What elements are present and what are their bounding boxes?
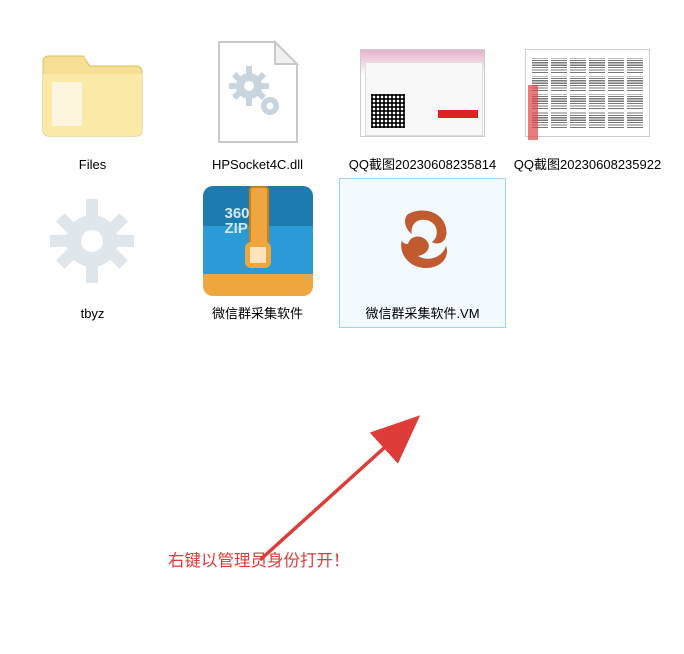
app-icon	[358, 184, 488, 299]
file-item-screenshot[interactable]: QQ截图20230608235814	[340, 30, 505, 179]
file-grid: Files	[10, 30, 674, 327]
zip-archive-icon: 360 ZIP	[193, 184, 323, 299]
file-item-config[interactable]: tbyz	[10, 179, 175, 328]
document-icon	[193, 35, 323, 150]
file-item-archive[interactable]: 360 ZIP 微信群采集软件	[175, 179, 340, 328]
file-item-folder[interactable]: Files	[10, 30, 175, 179]
file-item-vm-exe[interactable]: 微信群采集软件.VM	[340, 179, 505, 328]
screenshot-thumbnail-icon	[358, 35, 488, 150]
annotation-text: 右键以管理员身份打开！	[168, 547, 350, 571]
file-label: HPSocket4C.dll	[212, 156, 303, 174]
file-label: 微信群采集软件	[212, 305, 303, 323]
gear-icon	[28, 184, 158, 299]
file-label: QQ截图20230608235922	[514, 156, 661, 174]
screenshot-thumbnail-icon	[523, 35, 653, 150]
file-item-dll[interactable]: HPSocket4C.dll	[175, 30, 340, 179]
folder-icon	[28, 35, 158, 150]
zip-type-label: ZIP	[225, 220, 248, 237]
file-item-screenshot[interactable]: QQ截图20230608235922	[505, 30, 670, 179]
file-label: tbyz	[81, 305, 105, 323]
file-label: 微信群采集软件.VM	[365, 305, 479, 323]
file-label: Files	[79, 156, 106, 174]
file-label: QQ截图20230608235814	[349, 156, 496, 174]
